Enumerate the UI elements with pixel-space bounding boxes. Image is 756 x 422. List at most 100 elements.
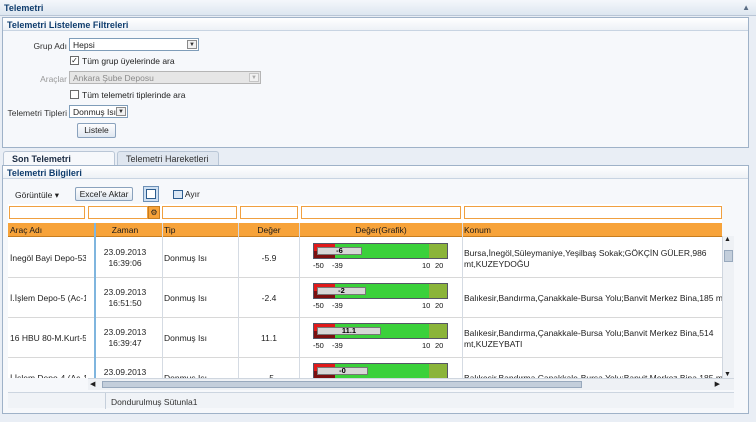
col-divider [299, 223, 300, 378]
scroll-thumb[interactable] [102, 381, 582, 388]
gauge-upper-zone [429, 244, 447, 258]
scroll-up-icon[interactable]: ▲ [724, 236, 731, 243]
scroll-thumb[interactable] [724, 250, 733, 262]
filter-grafik[interactable] [301, 206, 461, 219]
detach-button[interactable]: Ayır [173, 189, 200, 200]
scroll-left-icon[interactable]: ◀ [90, 380, 95, 388]
cell-saat: 16:39:06 [108, 258, 142, 268]
filter-arac[interactable] [9, 206, 85, 219]
filter-panel-title: Telemetri Listeleme Filtreleri [3, 18, 748, 31]
cell-tarih: 23.09.2013 [103, 327, 147, 337]
cell-konum-line2: mt,KUZEYBATI [464, 339, 523, 349]
filter-zaman[interactable] [88, 206, 148, 219]
table-row[interactable]: İ.İşlem Depo-4 (Ac-1 23.09.2013 Donmuş Isı… [8, 358, 722, 378]
grup-check-label: Tüm grup üyelerinde ara [82, 56, 175, 66]
filter-toggle-icon[interactable]: ⚙ [148, 206, 160, 219]
gauge-tick: -39 [332, 341, 343, 350]
cell-tarih: 23.09.2013 [103, 287, 147, 297]
col-tip[interactable]: Tip [164, 225, 176, 235]
filter-deger[interactable] [240, 206, 298, 219]
col-arac[interactable]: Araç Adı [10, 225, 42, 235]
col-konum[interactable]: Konum [464, 225, 491, 235]
tab-telemetri-hareketleri[interactable]: Telemetri Hareketleri [117, 151, 219, 165]
freeze-icon[interactable] [143, 186, 159, 202]
window-title: Telemetri [4, 3, 44, 13]
gauge-bar: -0 [313, 363, 448, 378]
excel-export-button[interactable]: Excel'e Aktar [75, 187, 133, 201]
table-footer: Dondurulmuş Sütunla1 [8, 392, 734, 409]
gauge-upper-zone [429, 324, 447, 338]
value-gauge: -0-50-391020 [313, 361, 448, 378]
gauge-tick: 20 [435, 341, 444, 350]
value-gauge: 11.1 -50 -39 10 20 [313, 321, 448, 351]
gauge-tick: -50 [313, 301, 324, 310]
cell-tarih: 23.09.2013 [103, 367, 147, 377]
gauge-tick: -50 [313, 341, 324, 350]
chevron-down-icon[interactable]: ▼ [116, 107, 126, 116]
grup-checkbox[interactable]: ✓ [70, 56, 79, 65]
detach-icon [173, 190, 183, 200]
gauge-tick: -39 [332, 301, 343, 310]
frozen-column-divider[interactable] [94, 223, 96, 378]
cell-saat: 16:39:47 [108, 338, 142, 348]
listele-button[interactable]: Listele [77, 123, 116, 138]
col-divider [162, 223, 163, 378]
scroll-down-icon[interactable]: ▼ [724, 371, 731, 378]
table-row[interactable]: İ.İşlem Depo-5 (Ac-1/23.09.2013 16:51:50 D… [8, 278, 722, 318]
table-row[interactable]: 16 HBU 80-M.Kurt-53 23.09.2013 16:39:47 Don… [8, 318, 722, 358]
cell-arac: İnegöl Bayi Depo-530 [10, 253, 86, 263]
scroll-right-icon[interactable]: ▶ [715, 380, 720, 388]
gauge-tick: 10 [422, 341, 431, 350]
footer-divider [105, 393, 106, 409]
cell-deger: -2.4 [261, 293, 277, 303]
tip-checkbox[interactable] [70, 90, 79, 99]
gauge-tick: 20 [435, 261, 444, 270]
col-zaman[interactable]: Zaman [88, 225, 162, 235]
cell-deger: -5.9 [261, 253, 277, 263]
gauge-bar: -2 [313, 283, 448, 299]
table-panel-title: Telemetri Bilgileri [3, 166, 748, 179]
cell-arac: İ.İşlem Depo-4 (Ac-1 [10, 373, 86, 378]
horizontal-scrollbar[interactable]: ◀ ▶ [88, 378, 734, 390]
gauge-value-label: -2 [317, 287, 366, 295]
table-header: Araç Adı Zaman Tip Değer Değer(Grafik) K… [8, 223, 722, 237]
filter-konum[interactable] [464, 206, 722, 219]
tip-select[interactable]: Donmuş Isı ▼ [69, 105, 128, 118]
gauge-tick: 20 [435, 301, 444, 310]
gauge-tick: -50 [313, 261, 324, 270]
tab-son-telemetri[interactable]: Son Telemetri Bilgileri [3, 151, 115, 174]
araclar-select[interactable]: Ankara Şube Deposu ▼ [69, 71, 261, 84]
collapse-arrow-icon[interactable]: ▲ [742, 3, 750, 12]
cell-deger: 11.1 [261, 333, 277, 343]
gauge-value-label: 11.1 [317, 327, 381, 335]
tip-label: Telemetri Tipleri [7, 108, 67, 118]
gauge-upper-zone [429, 364, 447, 378]
cell-arac: İ.İşlem Depo-5 (Ac-1/ [10, 293, 86, 303]
filter-row: ⚙ [8, 204, 722, 222]
data-table: ⚙ Araç Adı Zaman Tip Değer Değer(Grafik)… [8, 204, 722, 378]
gauge-upper-zone [429, 284, 447, 298]
grup-label: Grup Adı [33, 41, 67, 51]
cell-arac: 16 HBU 80-M.Kurt-53 [10, 333, 86, 343]
cell-konum-line2: mt,KUZEYDOĞU [464, 259, 530, 269]
gauge-tick: -39 [332, 261, 343, 270]
cell-konum: Balıkesir,Bandırma,Çanakkale-Bursa Yolu;… [464, 293, 722, 303]
cell-tarih: 23.09.2013 [103, 247, 147, 257]
col-deger[interactable]: Değer [240, 225, 298, 235]
vertical-scrollbar[interactable]: ▲ ▼ [722, 236, 734, 378]
table-row[interactable]: İnegöl Bayi Depo-530 23.09.2013 16:39:06 Do… [8, 238, 722, 278]
chevron-down-icon: ▾ [54, 190, 59, 200]
col-grafik[interactable]: Değer(Grafik) [300, 225, 462, 235]
gauge-value-label: -0 [317, 367, 368, 375]
cell-tip: Donmuş Isı [164, 333, 207, 343]
filter-tip[interactable] [162, 206, 237, 219]
filter-panel: Telemetri Listeleme Filtreleri Grup Adı … [2, 17, 749, 148]
col-divider [238, 223, 239, 378]
view-menu[interactable]: Görüntüle ▾ [15, 190, 59, 201]
value-gauge: -6 -50 -39 10 20 [313, 241, 448, 271]
chevron-down-icon[interactable]: ▼ [249, 73, 259, 82]
cell-tip: Donmuş Isı [164, 293, 207, 303]
grup-select[interactable]: Hepsi ▼ [69, 38, 199, 51]
chevron-down-icon[interactable]: ▼ [187, 40, 197, 49]
gauge-tick: 10 [422, 261, 431, 270]
